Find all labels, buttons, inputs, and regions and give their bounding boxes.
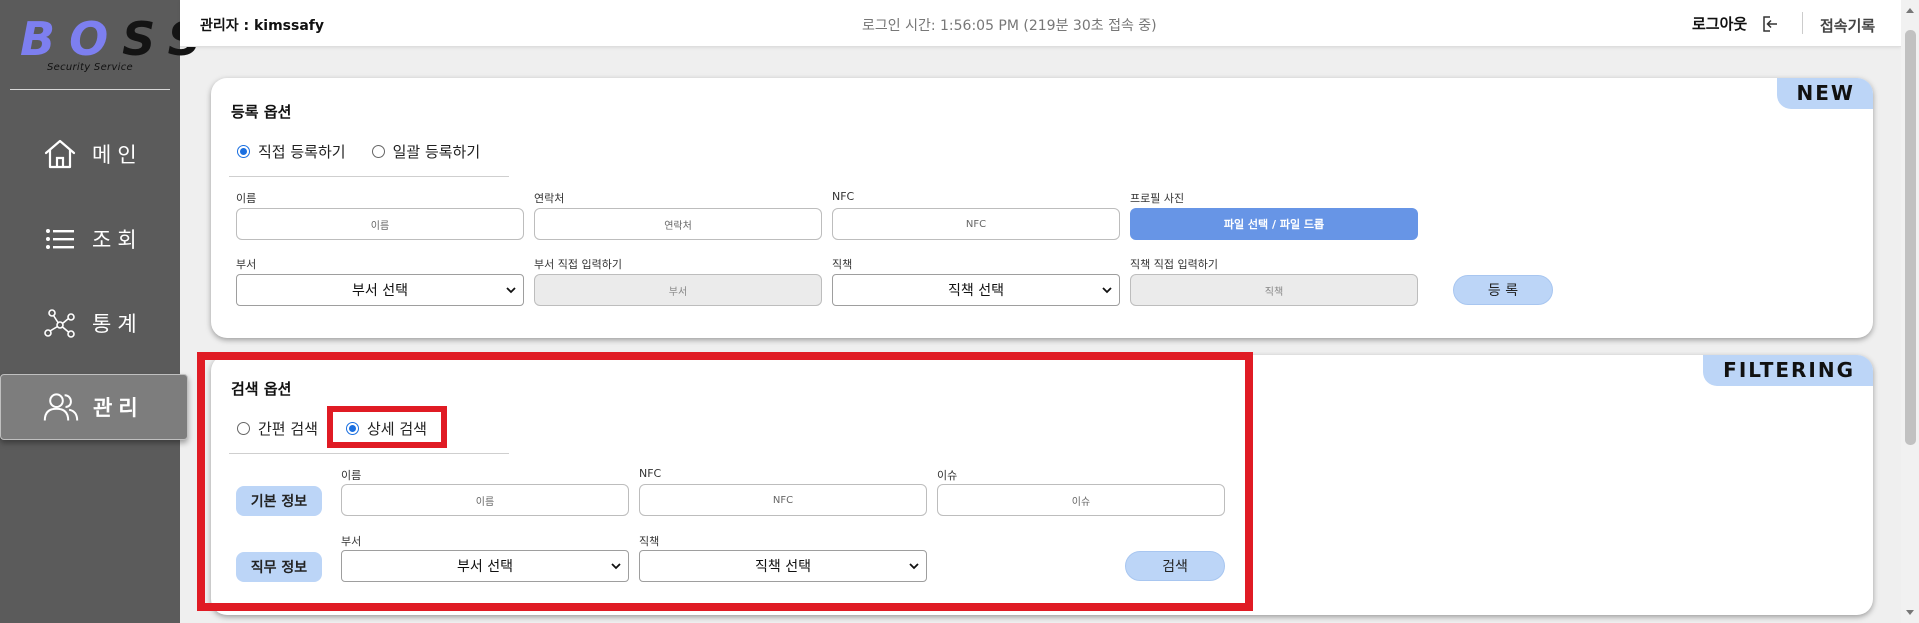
- filter-nfc-input[interactable]: NFC: [639, 484, 927, 516]
- filter-position-label: 직책: [639, 535, 660, 548]
- radio-bulk-register[interactable]: 일괄 등록하기: [371, 141, 480, 162]
- users-icon: [43, 389, 79, 425]
- nav-label-stats: 통계: [92, 312, 143, 336]
- dept-select[interactable]: 부서 선택: [236, 274, 524, 306]
- search-button[interactable]: 검색: [1125, 551, 1225, 581]
- position-input-label: 직책 직접 입력하기: [1130, 258, 1218, 271]
- register-button[interactable]: 등 록: [1453, 275, 1553, 305]
- radio-dot: [371, 145, 385, 158]
- job-info-tag: 직무 정보: [236, 552, 322, 582]
- position-label: 직책: [832, 258, 853, 271]
- boss-logo: BOSS Security Service: [20, 12, 201, 78]
- nav-label-manage: 관리: [93, 396, 144, 420]
- new-tag: NEW: [1776, 78, 1873, 109]
- admin-label: 관리자 : kimssafy: [200, 18, 325, 34]
- scroll-thumb[interactable]: [1905, 30, 1916, 445]
- logout-button[interactable]: 로그아웃: [1692, 13, 1779, 34]
- radio-dot: [237, 422, 250, 435]
- nfc-label: NFC: [832, 190, 855, 203]
- nav-label-search: 조회: [92, 228, 143, 252]
- position-direct-input[interactable]: 직책: [1130, 274, 1418, 306]
- nav-label-main: 메인: [92, 143, 143, 167]
- network-icon: [42, 305, 78, 341]
- contact-label: 연락처: [534, 192, 565, 205]
- radio-direct-register[interactable]: 직접 등록하기: [237, 141, 346, 162]
- search-separator: [229, 453, 509, 454]
- nav-item-search[interactable]: 조회: [0, 208, 180, 270]
- filtering-tag: FILTERING: [1703, 355, 1873, 386]
- chevron-down-icon: [909, 563, 919, 570]
- dept-direct-input[interactable]: 부서: [534, 274, 822, 306]
- search-options-title: 검색 옵션: [231, 380, 292, 398]
- chevron-down-icon: [611, 563, 621, 570]
- file-select-button[interactable]: 파일 선택 / 파일 드롭: [1130, 208, 1418, 240]
- filter-card: FILTERING 검색 옵션 간편 검색 상세 검색 기본 정보 이름 이름 …: [211, 355, 1873, 615]
- filter-position-select[interactable]: 직책 선택: [639, 550, 927, 582]
- radio-dot: [345, 422, 359, 435]
- filter-issue-label: 이슈: [937, 469, 958, 482]
- filter-name-label: 이름: [341, 469, 362, 482]
- dept-input-label: 부서 직접 입력하기: [534, 258, 622, 271]
- chevron-down-icon: [506, 287, 516, 294]
- nav-item-main[interactable]: 메인: [0, 123, 180, 185]
- logo-letters: BOSS: [20, 12, 201, 66]
- radio-dot: [237, 145, 250, 158]
- name-input[interactable]: 이름: [236, 208, 524, 240]
- contact-input[interactable]: 연락처: [534, 208, 822, 240]
- access-log-link[interactable]: 접속기록: [1820, 15, 1875, 36]
- list-icon: [42, 221, 78, 257]
- register-separator: [229, 176, 509, 177]
- scroll-up-arrow-icon[interactable]: [1906, 8, 1914, 13]
- home-icon: [42, 136, 78, 172]
- nav-item-manage[interactable]: 관리: [0, 374, 188, 440]
- register-card: NEW 등록 옵션 직접 등록하기 일괄 등록하기 이름 이름 연락처 연락처 …: [211, 78, 1873, 338]
- login-time: 로그인 시간: 1:56:05 PM (219분 30초 접속 중): [862, 18, 1157, 34]
- nav-item-stats[interactable]: 통계: [0, 292, 180, 354]
- nfc-input[interactable]: NFC: [832, 208, 1120, 240]
- position-select[interactable]: 직책 선택: [832, 274, 1120, 306]
- register-mode-radios: 직접 등록하기 일괄 등록하기: [237, 141, 480, 162]
- filter-dept-select[interactable]: 부서 선택: [341, 550, 629, 582]
- search-mode-radios: 간편 검색 상세 검색: [237, 418, 427, 439]
- profile-photo-label: 프로필 사진: [1130, 192, 1185, 205]
- filter-nfc-label: NFC: [639, 467, 662, 480]
- radio-detailed-search[interactable]: 상세 검색: [345, 418, 427, 439]
- logout-label: 로그아웃: [1692, 15, 1748, 33]
- top-header: 관리자 : kimssafy 로그인 시간: 1:56:05 PM (219분 …: [180, 0, 1901, 47]
- basic-info-tag: 기본 정보: [236, 486, 322, 516]
- filter-dept-label: 부서: [341, 535, 362, 548]
- scroll-down-arrow-icon[interactable]: [1906, 610, 1914, 615]
- chevron-down-icon: [1102, 287, 1112, 294]
- radio-simple-search[interactable]: 간편 검색: [237, 418, 318, 439]
- dept-label: 부서: [236, 258, 257, 271]
- filter-name-input[interactable]: 이름: [341, 484, 629, 516]
- logo-divider: [10, 89, 170, 90]
- name-label: 이름: [236, 192, 257, 205]
- filter-issue-input[interactable]: 이슈: [937, 484, 1225, 516]
- scrollbar[interactable]: [1901, 0, 1919, 623]
- header-divider: [1802, 12, 1803, 34]
- sidebar: BOSS Security Service 메인 조회 통계 관리: [0, 0, 201, 623]
- logout-icon: [1763, 15, 1778, 32]
- register-options-title: 등록 옵션: [231, 103, 292, 121]
